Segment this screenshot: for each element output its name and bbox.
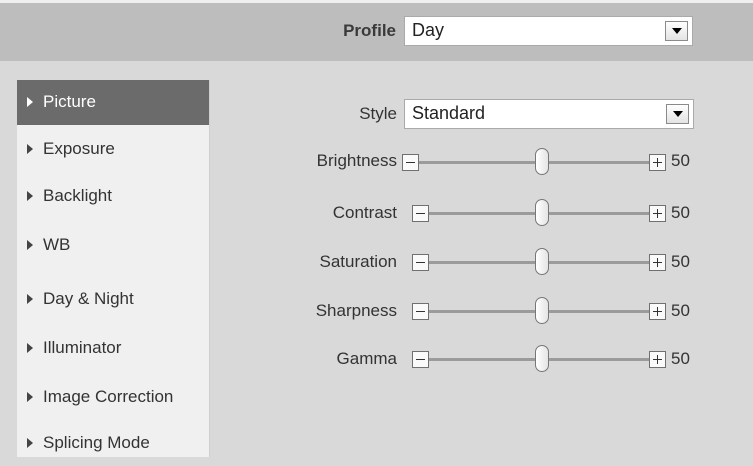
sidebar-item-picture[interactable]: Picture (17, 80, 209, 125)
sidebar-item-label: Exposure (43, 139, 115, 158)
minus-icon (416, 359, 425, 360)
sidebar-item-label: WB (43, 235, 71, 254)
caret-right-icon (27, 343, 33, 353)
sidebar-item-label: Splicing Mode (43, 433, 150, 452)
sidebar-item-splicing-mode[interactable]: Splicing Mode (17, 421, 209, 466)
caret-right-icon (27, 294, 33, 304)
minus-icon (416, 262, 425, 263)
chevron-down-icon[interactable] (666, 104, 689, 124)
brightness-label: Brightness (316, 151, 397, 170)
saturation-value: 50 (671, 252, 690, 271)
caret-right-icon (27, 438, 33, 448)
sidebar-item-label: Day & Night (43, 289, 134, 308)
sharpness-decrease-button[interactable] (412, 303, 429, 320)
brightness-increase-button[interactable] (649, 154, 666, 171)
sidebar-item-label: Backlight (43, 186, 112, 205)
brightness-slider-track[interactable] (419, 161, 649, 164)
contrast-value: 50 (671, 203, 690, 222)
sharpness-label: Sharpness (315, 301, 397, 320)
profile-label: Profile (343, 21, 396, 40)
saturation-slider-thumb[interactable] (535, 248, 549, 275)
minus-icon (416, 213, 425, 214)
gamma-increase-button[interactable] (649, 351, 666, 368)
sidebar-item-exposure[interactable]: Exposure (17, 127, 209, 172)
brightness-slider-thumb[interactable] (535, 148, 549, 175)
style-select[interactable]: Standard (404, 99, 694, 129)
profile-bar: Profile Day (0, 0, 753, 61)
style-select-value: Standard (412, 103, 486, 123)
caret-right-icon (27, 392, 33, 402)
saturation-decrease-button[interactable] (412, 254, 429, 271)
minus-icon (416, 311, 425, 312)
sidebar-item-image-correction[interactable]: Image Correction (17, 375, 209, 420)
chevron-down-icon[interactable] (665, 21, 688, 41)
sidebar-item-label: Picture (43, 92, 96, 111)
saturation-label: Saturation (319, 252, 398, 271)
saturation-increase-button[interactable] (649, 254, 666, 271)
profile-select[interactable]: Day (404, 16, 693, 46)
gamma-decrease-button[interactable] (412, 351, 429, 368)
sidebar-item-day-night[interactable]: Day & Night (17, 277, 209, 322)
minus-icon (406, 162, 415, 163)
sharpness-slider-thumb[interactable] (535, 297, 549, 324)
sidebar-item-wb[interactable]: WB (17, 223, 209, 268)
contrast-decrease-button[interactable] (412, 205, 429, 222)
gamma-label: Gamma (336, 349, 397, 368)
sidebar-item-label: Image Correction (43, 387, 174, 406)
sidebar-item-label: Illuminator (43, 338, 122, 357)
sidebar-item-illuminator[interactable]: Illuminator (17, 326, 209, 371)
caret-right-icon (27, 97, 33, 107)
caret-right-icon (27, 144, 33, 154)
caret-right-icon (27, 191, 33, 201)
caret-right-icon (27, 240, 33, 250)
sidebar: Picture Exposure Backlight WB Day & Nigh… (17, 80, 210, 457)
style-label: Style (359, 104, 397, 123)
gamma-slider-thumb[interactable] (535, 345, 549, 372)
contrast-increase-button[interactable] (649, 205, 666, 222)
sharpness-value: 50 (671, 301, 690, 320)
sharpness-increase-button[interactable] (649, 303, 666, 320)
brightness-value: 50 (671, 151, 690, 170)
profile-select-value: Day (412, 20, 445, 40)
contrast-slider-thumb[interactable] (535, 199, 549, 226)
sidebar-item-backlight[interactable]: Backlight (17, 174, 209, 219)
contrast-label: Contrast (332, 203, 397, 222)
gamma-value: 50 (671, 349, 690, 368)
brightness-decrease-button[interactable] (402, 154, 419, 171)
